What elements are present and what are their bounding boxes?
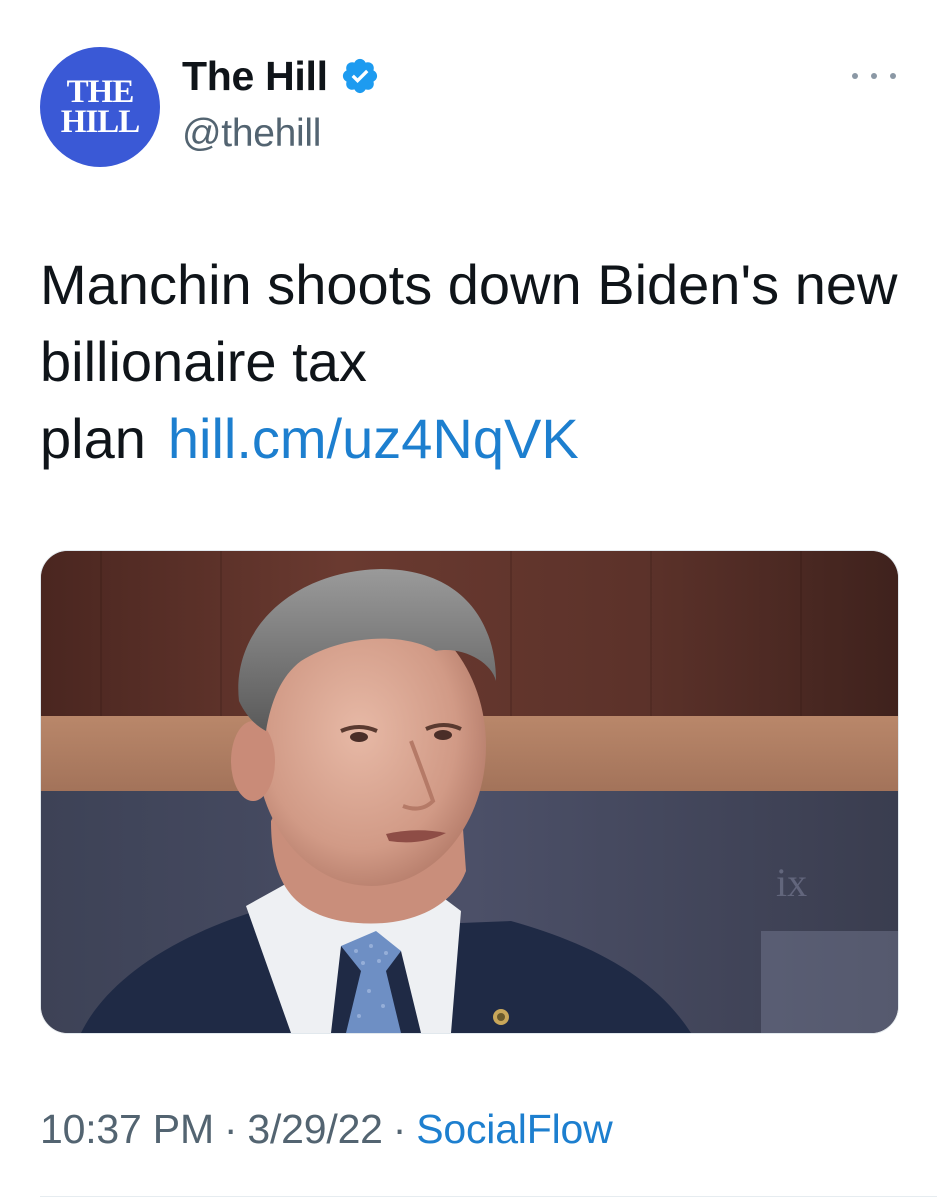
tweet-media-photo[interactable]: ix — [40, 550, 899, 1034]
tweet-text: Manchin shoots down Biden's new billiona… — [40, 246, 900, 477]
author-handle[interactable]: @thehill — [182, 112, 321, 156]
tweet-source[interactable]: SocialFlow — [416, 1106, 612, 1152]
avatar-text-line-2: HILL — [60, 104, 141, 140]
author-display-name[interactable]: The Hill — [182, 53, 328, 100]
verified-badge-icon — [340, 56, 380, 96]
meta-separator: · — [223, 1106, 238, 1152]
more-options-icon[interactable] — [852, 62, 896, 90]
author-name-row[interactable]: The Hill — [182, 50, 380, 102]
more-dot — [871, 73, 877, 79]
tweet-time[interactable]: 10:37 PM — [40, 1106, 214, 1152]
svg-text:ix: ix — [776, 860, 807, 905]
meta-separator: · — [392, 1106, 407, 1152]
tweet-meta: 10:37 PM · 3/29/22 · SocialFlow — [40, 1106, 613, 1153]
more-dot — [890, 73, 896, 79]
avatar-text-line-1: THE — [66, 73, 135, 110]
photo-illustration: ix — [41, 551, 898, 1033]
tweet-link[interactable]: hill.cm/uz4NqVK — [168, 407, 579, 470]
divider — [40, 1196, 937, 1197]
tweet-date[interactable]: 3/29/22 — [247, 1106, 383, 1152]
more-dot — [852, 73, 858, 79]
author-avatar[interactable]: THE HILL — [40, 47, 160, 167]
